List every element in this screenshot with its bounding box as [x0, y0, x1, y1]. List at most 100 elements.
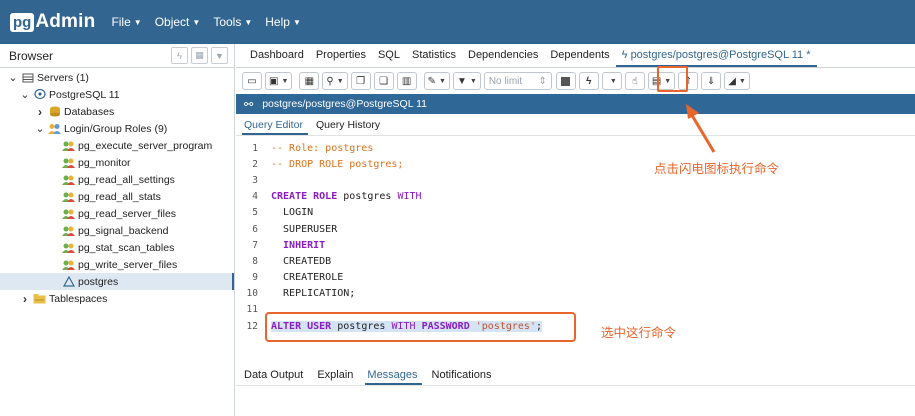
- code-line[interactable]: 8 CREATEDB: [236, 253, 888, 269]
- execute-options-button[interactable]: ▼: [601, 72, 622, 90]
- tree-item[interactable]: › Tablespaces: [0, 290, 234, 307]
- browser-tools: ϟ ▦ ▼: [168, 47, 228, 64]
- tree-item[interactable]: pg_monitor: [0, 154, 234, 171]
- line-number: 9: [252, 272, 258, 284]
- tab-properties[interactable]: Properties: [310, 49, 372, 67]
- clear-button[interactable]: ◢ ▼: [724, 72, 750, 90]
- filter-button[interactable]: ▼ ▼: [452, 72, 481, 90]
- menu-object[interactable]: Object ▼: [155, 15, 201, 29]
- delete-button[interactable]: ▥: [396, 72, 417, 90]
- copy-button[interactable]: ❐: [350, 72, 371, 90]
- annotation-flash: 点击闪电图标执行命令: [654, 161, 780, 176]
- line-number: 12: [246, 320, 258, 332]
- chevron-down-icon[interactable]: ⌄: [8, 72, 18, 83]
- menu-tools[interactable]: Tools ▼: [213, 15, 252, 29]
- code-token: CREATEDB: [271, 255, 332, 267]
- limit-select[interactable]: No limit ⇕: [483, 72, 552, 90]
- tree-item[interactable]: ⌄ Servers (1): [0, 69, 234, 86]
- menu-help[interactable]: Help ▼: [265, 15, 301, 29]
- line-number: 7: [252, 239, 258, 251]
- tree-item[interactable]: pg_read_all_stats: [0, 188, 234, 205]
- tree-item[interactable]: ⌄ PostgreSQL 11: [0, 86, 234, 103]
- open-file-button[interactable]: ▭: [242, 72, 262, 90]
- code-token: SUPERUSER: [271, 223, 338, 235]
- menu-file[interactable]: File ▼: [111, 15, 141, 29]
- filter-icon: ▼: [215, 50, 224, 61]
- tab-sql[interactable]: SQL: [372, 49, 406, 67]
- group-role-icon: [62, 259, 75, 270]
- output-tabs: Data Output Explain Messages Notificatio…: [236, 364, 915, 386]
- main-tabs: Dashboard Properties SQL Statistics Depe…: [236, 44, 915, 68]
- chevron-down-icon[interactable]: ⌄: [35, 123, 45, 134]
- execute-button[interactable]: ϟ: [578, 72, 599, 90]
- pgadmin-logo[interactable]: pg Admin: [10, 11, 95, 33]
- tree-item[interactable]: pg_read_all_settings: [0, 171, 234, 188]
- connection-label: postgres/postgres@PostgreSQL 11: [262, 98, 427, 110]
- code-line[interactable]: 6 SUPERUSER: [236, 221, 888, 237]
- code-line[interactable]: 2 -- DROP ROLE postgres;: [236, 156, 888, 172]
- tree-item-label: pg_read_all_settings: [78, 173, 175, 186]
- code-text: LOGIN: [271, 207, 313, 218]
- edit-button[interactable]: ✎ ▼: [423, 72, 450, 90]
- tab-notifications[interactable]: Notifications: [430, 369, 496, 385]
- stop-button[interactable]: [555, 72, 576, 90]
- code-line[interactable]: 3: [236, 172, 888, 188]
- code-line[interactable]: 1 -- Role: postgres: [236, 140, 888, 156]
- view-data-button[interactable]: ▦: [191, 47, 208, 64]
- tab-dependents[interactable]: Dependents: [544, 49, 615, 67]
- code-token: INHERIT: [271, 239, 326, 251]
- tab-query-history[interactable]: Query History: [314, 119, 385, 135]
- query-tool-button[interactable]: ϟ: [171, 47, 188, 64]
- connection-bar[interactable]: ⚯ postgres/postgres@PostgreSQL 11: [236, 94, 915, 114]
- chevron-right-icon[interactable]: ›: [35, 105, 45, 119]
- edit-grid-button[interactable]: ▦: [299, 72, 320, 90]
- tree-item[interactable]: pg_stat_scan_tables: [0, 239, 234, 256]
- group-role-icon: [62, 174, 75, 185]
- tree-item[interactable]: pg_read_server_files: [0, 205, 234, 222]
- tree-item-label: pg_monitor: [78, 156, 131, 169]
- browser-panel: Browser ϟ ▦ ▼ ⌄ Servers (1) ⌄ PostgreSQL 11…: [0, 44, 235, 416]
- rollback-button[interactable]: ⇓: [701, 72, 722, 90]
- tab-messages[interactable]: Messages: [365, 369, 422, 385]
- tab-statistics[interactable]: Statistics: [406, 49, 462, 67]
- chevron-down-icon: ▼: [192, 17, 201, 27]
- find-button[interactable]: ⚲ ▼: [322, 72, 348, 90]
- save-icon: ▣: [269, 75, 279, 87]
- tab-query-editor[interactable]: Query Editor: [242, 119, 308, 135]
- tree-item[interactable]: pg_execute_server_program: [0, 137, 234, 154]
- code-token: REPLICATION;: [271, 288, 356, 300]
- eraser-icon: ◢: [728, 75, 736, 87]
- tree-item-label: Servers (1): [37, 71, 89, 84]
- tree-item[interactable]: pg_write_server_files: [0, 256, 234, 273]
- tab-dashboard[interactable]: Dashboard: [244, 49, 310, 67]
- tab-query-tool[interactable]: ϟ postgres/postgres@PostgreSQL 11 *: [615, 49, 817, 67]
- chevron-right-icon[interactable]: ›: [20, 292, 30, 306]
- code-line[interactable]: 5 LOGIN: [236, 205, 888, 221]
- explain-button[interactable]: ☝: [624, 72, 645, 90]
- tree-item[interactable]: › Databases: [0, 103, 234, 120]
- code-line[interactable]: 7 INHERIT: [236, 237, 888, 253]
- chevron-down-icon[interactable]: ⌄: [20, 89, 30, 100]
- code-text: -- DROP ROLE postgres;: [271, 159, 403, 170]
- line-number: 8: [252, 255, 258, 267]
- tab-explain[interactable]: Explain: [315, 369, 357, 385]
- query-toolbar: ▭ ▣ ▼ ▦ ⚲ ▼ ❐ ❏ ▥ ✎ ▼ ▼ ▼ No limit ⇕ ϟ ▼ ☝ ▤ ▼…: [236, 69, 915, 93]
- tablespace-folder-icon: [33, 293, 46, 304]
- paste-button[interactable]: ❏: [373, 72, 394, 90]
- execute-highlight-box: [657, 66, 688, 92]
- tree-item[interactable]: pg_signal_backend: [0, 222, 234, 239]
- code-token: CREATE ROLE: [271, 191, 338, 203]
- tree-item-label: postgres: [78, 275, 119, 288]
- tab-data-output[interactable]: Data Output: [242, 369, 307, 385]
- code-line[interactable]: 9 CREATEROLE: [236, 270, 888, 286]
- rollback-icon: ⇓: [707, 75, 716, 87]
- code-line[interactable]: 4 CREATE ROLE postgres WITH: [236, 189, 888, 205]
- tab-dependencies[interactable]: Dependencies: [462, 49, 544, 67]
- code-line[interactable]: 10 REPLICATION;: [236, 286, 888, 302]
- tree-item-label: pg_stat_scan_tables: [78, 241, 175, 254]
- tree-item[interactable]: ⌄ Login/Group Roles (9): [0, 120, 234, 137]
- filter-button[interactable]: ▼: [211, 47, 228, 64]
- group-role-icon: [62, 140, 75, 151]
- save-file-button[interactable]: ▣ ▼: [265, 72, 293, 90]
- tree-item[interactable]: postgres: [0, 273, 234, 290]
